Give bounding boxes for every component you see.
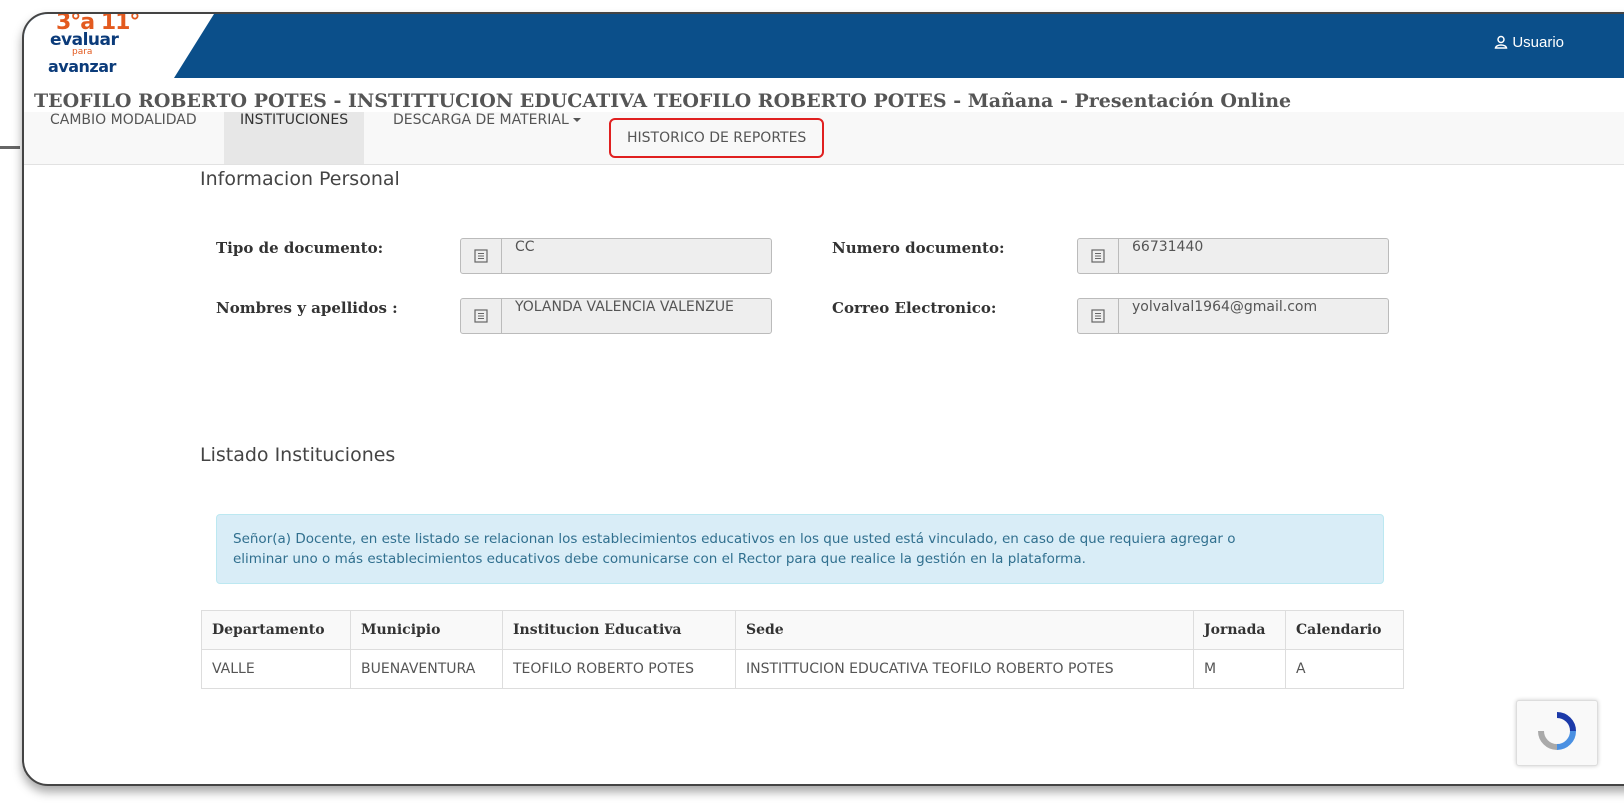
recaptcha-icon bbox=[1538, 712, 1576, 750]
evaluar-para-avanzar-logo[interactable]: 3°a 11° evaluar para avanzar bbox=[42, 14, 162, 78]
frame-edge-tick bbox=[0, 146, 20, 149]
numero-documento-field[interactable]: 66731440 bbox=[1077, 238, 1389, 274]
instituciones-table: Departamento Municipio Institucion Educa… bbox=[201, 610, 1404, 689]
personal-info-heading: Informacion Personal bbox=[200, 168, 400, 190]
recaptcha-badge[interactable] bbox=[1516, 700, 1598, 766]
list-icon bbox=[1078, 299, 1119, 333]
cell-institucion: TEOFILO ROBERTO POTES bbox=[502, 649, 736, 689]
correo-field[interactable]: yolvalval1964@gmail.com bbox=[1077, 298, 1389, 334]
correo-value: yolvalval1964@gmail.com bbox=[1132, 299, 1318, 315]
page-title: TEOFILO ROBERTO POTES - INSTITTUCION EDU… bbox=[34, 90, 1292, 112]
list-icon bbox=[461, 239, 502, 273]
cell-municipio: BUENAVENTURA bbox=[350, 649, 503, 689]
user-menu[interactable]: Usuario bbox=[1494, 34, 1564, 51]
numero-documento-value: 66731440 bbox=[1132, 239, 1204, 255]
col-departamento: Departamento bbox=[201, 610, 351, 650]
chevron-down-icon bbox=[572, 118, 581, 122]
col-calendario: Calendario bbox=[1285, 610, 1404, 650]
nav-descarga-material-label: DESCARGA DE MATERIAL bbox=[393, 112, 569, 128]
logo-line-4: avanzar bbox=[48, 57, 116, 76]
col-institucion: Institucion Educativa bbox=[502, 610, 736, 650]
nav-cambio-modalidad[interactable]: CAMBIO MODALIDAD bbox=[34, 112, 213, 164]
logo-line-3: para bbox=[72, 47, 93, 57]
logo-wedge bbox=[174, 14, 214, 78]
cell-calendario: A bbox=[1285, 649, 1404, 689]
nav-cambio-modalidad-label: CAMBIO MODALIDAD bbox=[50, 112, 197, 128]
cell-departamento: VALLE bbox=[201, 649, 351, 689]
nombres-value: YOLANDA VALENCIA VALENZUE bbox=[515, 299, 734, 315]
tipo-documento-field[interactable]: CC bbox=[460, 238, 772, 274]
table-row: VALLE BUENAVENTURA TEOFILO ROBERTO POTES… bbox=[201, 649, 1404, 689]
nav-instituciones[interactable]: INSTITUCIONES bbox=[224, 112, 365, 164]
col-sede: Sede bbox=[735, 610, 1194, 650]
list-icon bbox=[1078, 239, 1119, 273]
tipo-documento-label: Tipo de documento: bbox=[216, 239, 384, 257]
col-municipio: Municipio bbox=[350, 610, 503, 650]
tipo-documento-value: CC bbox=[515, 239, 535, 255]
table-header-row: Departamento Municipio Institucion Educa… bbox=[201, 610, 1404, 650]
browser-frame: 3°a 11° evaluar para avanzar Usuario TEO… bbox=[22, 12, 1624, 786]
cell-sede: INSTITTUCION EDUCATIVA TEOFILO ROBERTO P… bbox=[735, 649, 1194, 689]
alert-line-1: Señor(a) Docente, en este listado se rel… bbox=[233, 531, 1236, 547]
top-bar: 3°a 11° evaluar para avanzar Usuario bbox=[24, 14, 1624, 78]
list-icon bbox=[461, 299, 502, 333]
nombres-field[interactable]: YOLANDA VALENCIA VALENZUE bbox=[460, 298, 772, 334]
user-icon bbox=[1494, 35, 1508, 49]
nombres-label: Nombres y apellidos : bbox=[216, 299, 398, 317]
instituciones-heading: Listado Instituciones bbox=[200, 444, 396, 466]
nav-historico-reportes-label: HISTORICO DE REPORTES bbox=[627, 130, 807, 146]
correo-label: Correo Electronico: bbox=[832, 299, 997, 317]
numero-documento-label: Numero documento: bbox=[832, 239, 1005, 257]
cell-jornada: M bbox=[1193, 649, 1286, 689]
nav-instituciones-label: INSTITUCIONES bbox=[240, 112, 349, 128]
alert-line-2: eliminar uno o más establecimientos educ… bbox=[233, 551, 1086, 567]
col-jornada: Jornada bbox=[1193, 610, 1286, 650]
nav-historico-reportes[interactable]: HISTORICO DE REPORTES bbox=[609, 118, 825, 158]
user-label: Usuario bbox=[1512, 34, 1564, 51]
main-nav: CAMBIO MODALIDAD INSTITUCIONES DESCARGA … bbox=[24, 112, 1624, 165]
nav-descarga-material[interactable]: DESCARGA DE MATERIAL bbox=[377, 112, 597, 164]
info-alert: Señor(a) Docente, en este listado se rel… bbox=[216, 514, 1384, 584]
